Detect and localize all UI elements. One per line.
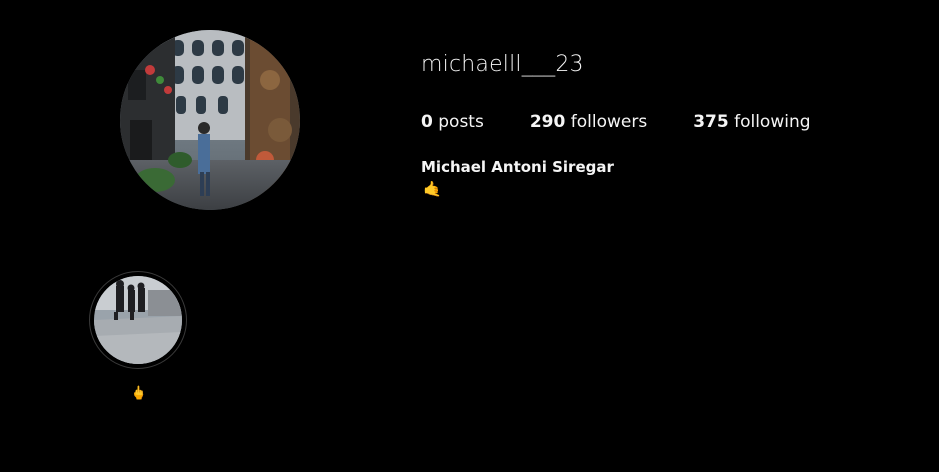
profile-username: michaelll___23 — [421, 52, 584, 77]
posts-stat[interactable]: 0 posts — [421, 112, 484, 132]
story-highlight[interactable] — [89, 271, 187, 369]
posts-count: 0 — [421, 112, 433, 132]
following-label: following — [734, 112, 811, 132]
highlight-cover-icon — [94, 276, 182, 364]
following-count: 375 — [693, 112, 729, 132]
following-stat[interactable]: 375 following — [693, 112, 810, 132]
profile-full-name: Michael Antoni Siregar — [421, 158, 614, 176]
posts-label: posts — [438, 112, 484, 132]
followers-label: followers — [570, 112, 648, 132]
profile-bio: 🤙 — [423, 180, 442, 198]
highlight-cover — [94, 276, 182, 364]
profile-photo-icon — [120, 30, 300, 210]
profile-page: michaelll___23 0 posts 290 followers 375… — [0, 0, 939, 472]
followers-stat[interactable]: 290 followers — [530, 112, 647, 132]
profile-stats: 0 posts 290 followers 375 following — [421, 112, 857, 132]
followers-count: 290 — [529, 112, 566, 132]
highlight-label: 🖕 — [130, 386, 148, 401]
profile-avatar[interactable] — [120, 30, 300, 210]
